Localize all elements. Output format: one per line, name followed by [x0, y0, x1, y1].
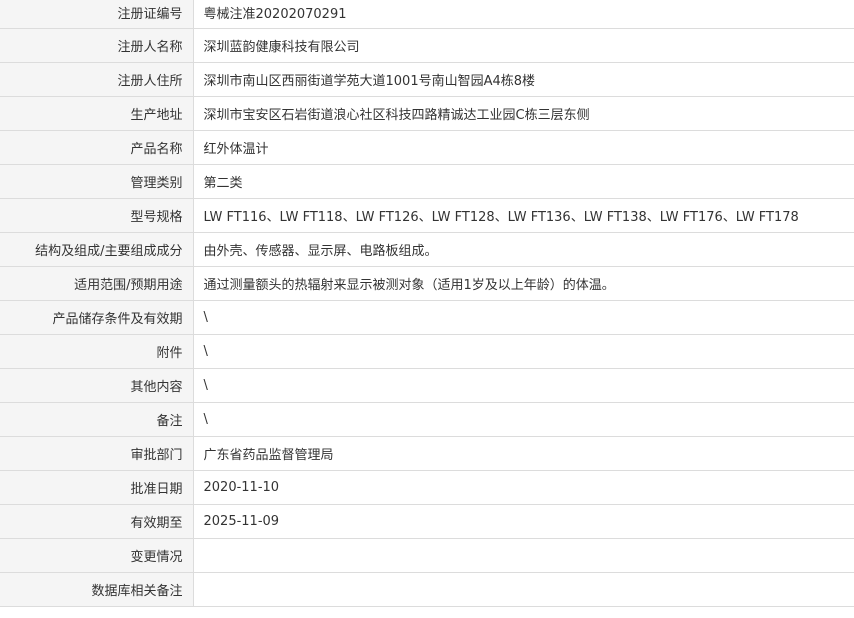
row-product-name: 产品名称 红外体温计: [0, 130, 854, 165]
row-registration-number: 注册证编号 粤械注准20202070291: [0, 0, 854, 29]
field-label: 生产地址: [0, 96, 194, 131]
field-value: [193, 572, 854, 607]
field-value: 第二类: [193, 164, 854, 199]
row-approval-date: 批准日期 2020-11-10: [0, 470, 854, 505]
row-approval-department: 审批部门 广东省药品监督管理局: [0, 436, 854, 471]
field-label: 注册证编号: [0, 0, 194, 29]
field-value: 深圳蓝韵健康科技有限公司: [193, 28, 854, 63]
field-value: 粤械注准20202070291: [193, 0, 854, 29]
field-label: 结构及组成/主要组成成分: [0, 232, 194, 267]
field-label: 注册人名称: [0, 28, 194, 63]
field-value: 深圳市南山区西丽街道学苑大道1001号南山智园A4栋8楼: [193, 62, 854, 97]
field-value: 通过测量额头的热辐射来显示被测对象（适用1岁及以上年龄）的体温。: [193, 266, 854, 301]
field-value: [193, 538, 854, 573]
row-storage-and-validity: 产品储存条件及有效期 \: [0, 300, 854, 335]
field-label: 审批部门: [0, 436, 194, 471]
row-valid-until: 有效期至 2025-11-09: [0, 504, 854, 539]
field-label: 有效期至: [0, 504, 194, 539]
field-label: 型号规格: [0, 198, 194, 233]
field-value: 2020-11-10: [193, 470, 854, 505]
field-label: 适用范围/预期用途: [0, 266, 194, 301]
field-value: \: [193, 402, 854, 437]
row-attachments: 附件 \: [0, 334, 854, 369]
field-value: 红外体温计: [193, 130, 854, 165]
field-value: 由外壳、传感器、显示屏、电路板组成。: [193, 232, 854, 267]
field-value: \: [193, 300, 854, 335]
field-label: 数据库相关备注: [0, 572, 194, 607]
row-other-content: 其他内容 \: [0, 368, 854, 403]
field-label: 变更情况: [0, 538, 194, 573]
field-label: 产品名称: [0, 130, 194, 165]
row-remarks: 备注 \: [0, 402, 854, 437]
row-change-history: 变更情况: [0, 538, 854, 573]
row-registrant-address: 注册人住所 深圳市南山区西丽街道学苑大道1001号南山智园A4栋8楼: [0, 62, 854, 97]
row-management-category: 管理类别 第二类: [0, 164, 854, 199]
record-table-body: 注册证编号 粤械注准20202070291 注册人名称 深圳蓝韵健康科技有限公司…: [0, 0, 854, 607]
field-label: 其他内容: [0, 368, 194, 403]
row-registrant-name: 注册人名称 深圳蓝韵健康科技有限公司: [0, 28, 854, 63]
field-label: 管理类别: [0, 164, 194, 199]
field-label: 附件: [0, 334, 194, 369]
field-value: 2025-11-09: [193, 504, 854, 539]
field-label: 批准日期: [0, 470, 194, 505]
row-structure-composition: 结构及组成/主要组成成分 由外壳、传感器、显示屏、电路板组成。: [0, 232, 854, 267]
row-intended-use: 适用范围/预期用途 通过测量额头的热辐射来显示被测对象（适用1岁及以上年龄）的体…: [0, 266, 854, 301]
registration-record-table: 注册证编号 粤械注准20202070291 注册人名称 深圳蓝韵健康科技有限公司…: [0, 0, 854, 607]
field-label: 产品储存条件及有效期: [0, 300, 194, 335]
field-label: 注册人住所: [0, 62, 194, 97]
field-value: 深圳市宝安区石岩街道浪心社区科技四路精诚达工业园C栋三层东侧: [193, 96, 854, 131]
row-model-specification: 型号规格 LW FT116、LW FT118、LW FT126、LW FT128…: [0, 198, 854, 233]
field-label: 备注: [0, 402, 194, 437]
row-database-notes: 数据库相关备注: [0, 572, 854, 607]
field-value: 广东省药品监督管理局: [193, 436, 854, 471]
field-value: \: [193, 334, 854, 369]
row-production-address: 生产地址 深圳市宝安区石岩街道浪心社区科技四路精诚达工业园C栋三层东侧: [0, 96, 854, 131]
field-value: LW FT116、LW FT118、LW FT126、LW FT128、LW F…: [193, 198, 854, 233]
field-value: \: [193, 368, 854, 403]
